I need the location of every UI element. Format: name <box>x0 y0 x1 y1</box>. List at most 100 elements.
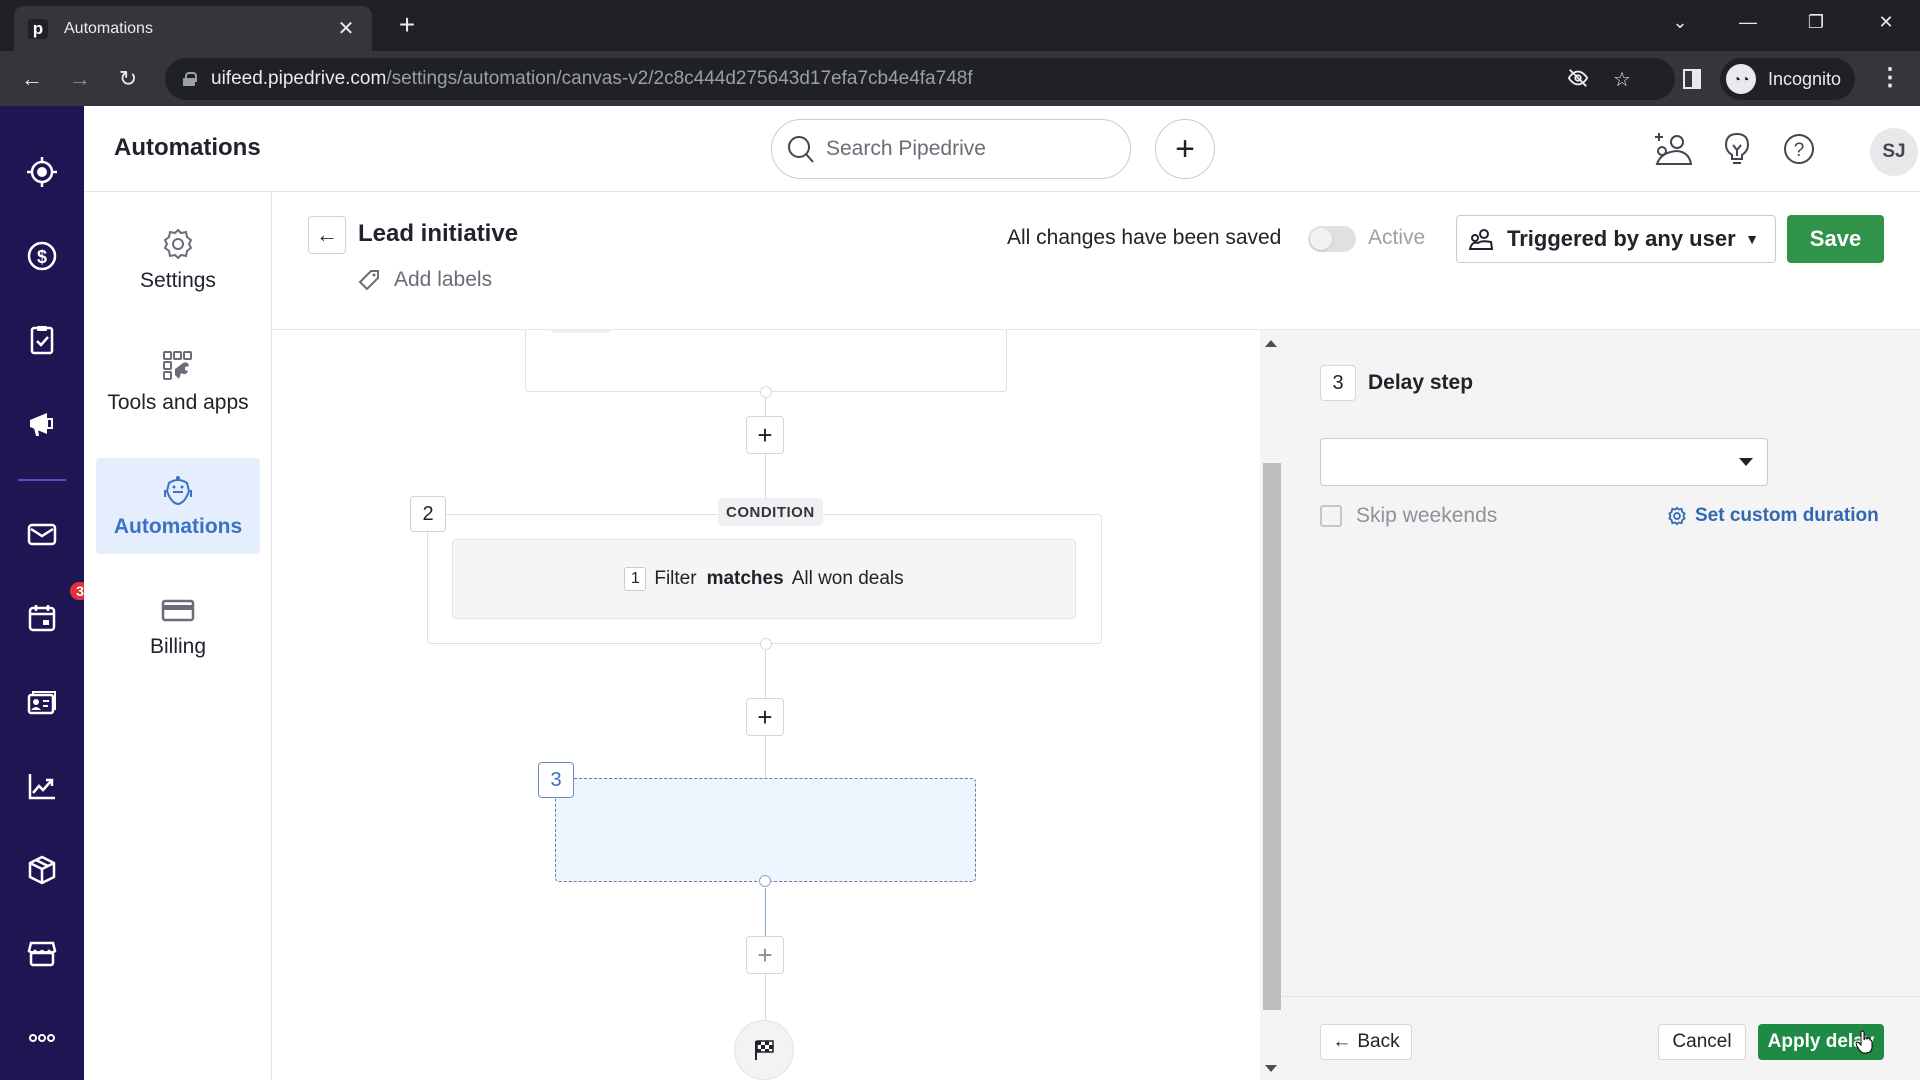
trigger-select[interactable]: Triggered by any user ▼ <box>1456 215 1776 263</box>
rail-calendar[interactable]: 3 <box>18 580 92 642</box>
robot-icon <box>164 476 192 506</box>
sidebar-item-automations[interactable]: Automations <box>96 458 260 554</box>
invite-user-icon[interactable] <box>1652 128 1694 170</box>
back-button-label: Back <box>1357 1031 1400 1052</box>
rail-campaigns[interactable] <box>18 400 66 448</box>
lock-icon <box>183 72 197 86</box>
settings-sidebar: Settings Tools and apps Automations Bill… <box>84 192 272 1080</box>
store-icon <box>27 941 57 967</box>
forward-nav-icon[interactable]: → <box>64 63 96 95</box>
sidebar-label: Billing <box>149 635 207 658</box>
lightbulb-icon[interactable] <box>1716 128 1758 170</box>
rail-insights[interactable] <box>18 762 66 810</box>
filter-value: All won deals <box>791 568 904 589</box>
filter-operator: matches <box>706 568 784 589</box>
node-placeholder <box>551 330 611 333</box>
app-navigation-rail: $ 3 <box>0 106 92 1080</box>
step-number-badge: 2 <box>410 496 446 532</box>
rail-products[interactable] <box>18 846 66 894</box>
hand-pointer-cursor-icon <box>1855 1030 1873 1059</box>
add-labels-text: Add labels <box>394 268 493 291</box>
caret-down-icon <box>1739 458 1753 466</box>
sidebar-label: Settings <box>140 269 216 292</box>
back-button[interactable]: ← Back <box>1320 1024 1412 1060</box>
new-tab-button[interactable]: + <box>392 10 422 40</box>
tab-search-chevron-icon[interactable]: ⌄ <box>1660 8 1700 36</box>
tools-icon <box>163 351 192 380</box>
connector-dot <box>760 638 772 650</box>
target-icon <box>27 157 57 187</box>
sidebar-label: Tools and apps <box>107 391 249 414</box>
rail-more[interactable] <box>18 1014 66 1062</box>
search-icon <box>788 136 814 163</box>
url-host: uifeed.pipedrive.com <box>211 68 387 89</box>
set-custom-duration-link[interactable]: Set custom duration <box>1667 505 1879 527</box>
rail-mail[interactable] <box>18 510 66 558</box>
help-icon[interactable]: ? <box>1778 128 1820 170</box>
address-bar[interactable]: uifeed.pipedrive.com/settings/automation… <box>165 58 1675 100</box>
back-nav-icon[interactable]: ← <box>16 63 48 95</box>
canvas-scrollbar[interactable] <box>1260 330 1282 1080</box>
minimize-button[interactable]: — <box>1728 8 1768 36</box>
save-button[interactable]: Save <box>1787 215 1884 263</box>
search-input[interactable] <box>826 137 1106 161</box>
more-dots-icon <box>29 1034 55 1042</box>
user-avatar[interactable]: SJ <box>1870 128 1918 176</box>
workflow-canvas[interactable]: + 2 CONDITION 1 Filter matches All won d… <box>272 330 1260 1080</box>
sidebar-item-billing[interactable]: Billing <box>96 578 260 674</box>
side-panel-icon[interactable] <box>1676 63 1708 95</box>
incognito-indicator[interactable]: ◔◔ Incognito <box>1720 58 1855 100</box>
skip-weekends-checkbox[interactable] <box>1320 505 1342 527</box>
quick-add-button[interactable]: + <box>1155 119 1215 179</box>
add-labels-button[interactable]: Add labels <box>358 268 492 292</box>
eye-off-icon[interactable] <box>1565 67 1591 95</box>
browser-toolbar: ← → ↻ uifeed.pipedrive.com/settings/auto… <box>0 51 1920 106</box>
scroll-down-arrow-icon[interactable] <box>1265 1065 1277 1072</box>
scroll-up-arrow-icon[interactable] <box>1265 340 1277 347</box>
browser-menu-icon[interactable]: ⋮ <box>1878 63 1902 92</box>
clipboard-check-icon <box>30 326 54 355</box>
sidebar-label: Automations <box>113 515 243 538</box>
rail-deals[interactable]: $ <box>18 232 66 280</box>
back-to-list-button[interactable]: ← <box>308 216 346 254</box>
add-step-button[interactable]: + <box>746 698 784 736</box>
rail-leads[interactable] <box>18 148 66 196</box>
trigger-select-value: Triggered by any user <box>1507 226 1736 251</box>
box-icon <box>28 855 56 885</box>
cancel-button[interactable]: Cancel <box>1658 1024 1746 1060</box>
close-window-button[interactable]: ✕ <box>1866 8 1906 36</box>
rail-activities[interactable] <box>18 316 66 364</box>
megaphone-icon <box>30 413 53 436</box>
condition-filter-row[interactable]: 1 Filter matches All won deals <box>452 539 1076 619</box>
sidebar-item-settings[interactable]: Settings <box>96 212 260 308</box>
connector-line <box>765 974 766 1020</box>
rail-marketplace[interactable] <box>18 930 66 978</box>
delay-duration-select[interactable] <box>1320 438 1768 486</box>
sidebar-item-tools-and-apps[interactable]: Tools and apps <box>96 334 260 430</box>
reload-icon[interactable]: ↻ <box>112 63 144 95</box>
browser-tab[interactable]: p Automations ✕ <box>14 6 372 51</box>
trigger-step-node[interactable] <box>525 330 1007 392</box>
pipedrive-favicon-icon: p <box>28 18 48 39</box>
bookmark-star-icon[interactable]: ☆ <box>1609 67 1635 92</box>
workflow-title[interactable]: Lead initiative <box>358 220 518 248</box>
close-tab-icon[interactable]: ✕ <box>334 16 358 41</box>
save-status: All changes have been saved <box>1007 226 1282 249</box>
add-step-button[interactable]: + <box>746 936 784 974</box>
tag-icon <box>358 270 379 291</box>
rail-contacts[interactable] <box>18 678 66 726</box>
scrollbar-thumb[interactable] <box>1263 463 1281 1010</box>
delay-step-node[interactable] <box>555 778 976 882</box>
active-toggle[interactable] <box>1308 226 1356 252</box>
step-number-badge: 3 <box>538 762 574 798</box>
url-path: /settings/automation/canvas-v2/2c8c444d2… <box>386 68 973 89</box>
active-label: Active <box>1368 226 1426 249</box>
search-box[interactable] <box>771 119 1131 179</box>
incognito-label: Incognito <box>1768 68 1842 89</box>
gear-icon <box>1668 506 1686 526</box>
set-custom-duration-text: Set custom duration <box>1695 505 1879 526</box>
add-step-button[interactable]: + <box>746 416 784 454</box>
restore-button[interactable]: ❐ <box>1796 8 1836 36</box>
caret-down-icon: ▼ <box>1745 231 1759 247</box>
skip-weekends-option[interactable]: Skip weekends <box>1320 504 1497 528</box>
